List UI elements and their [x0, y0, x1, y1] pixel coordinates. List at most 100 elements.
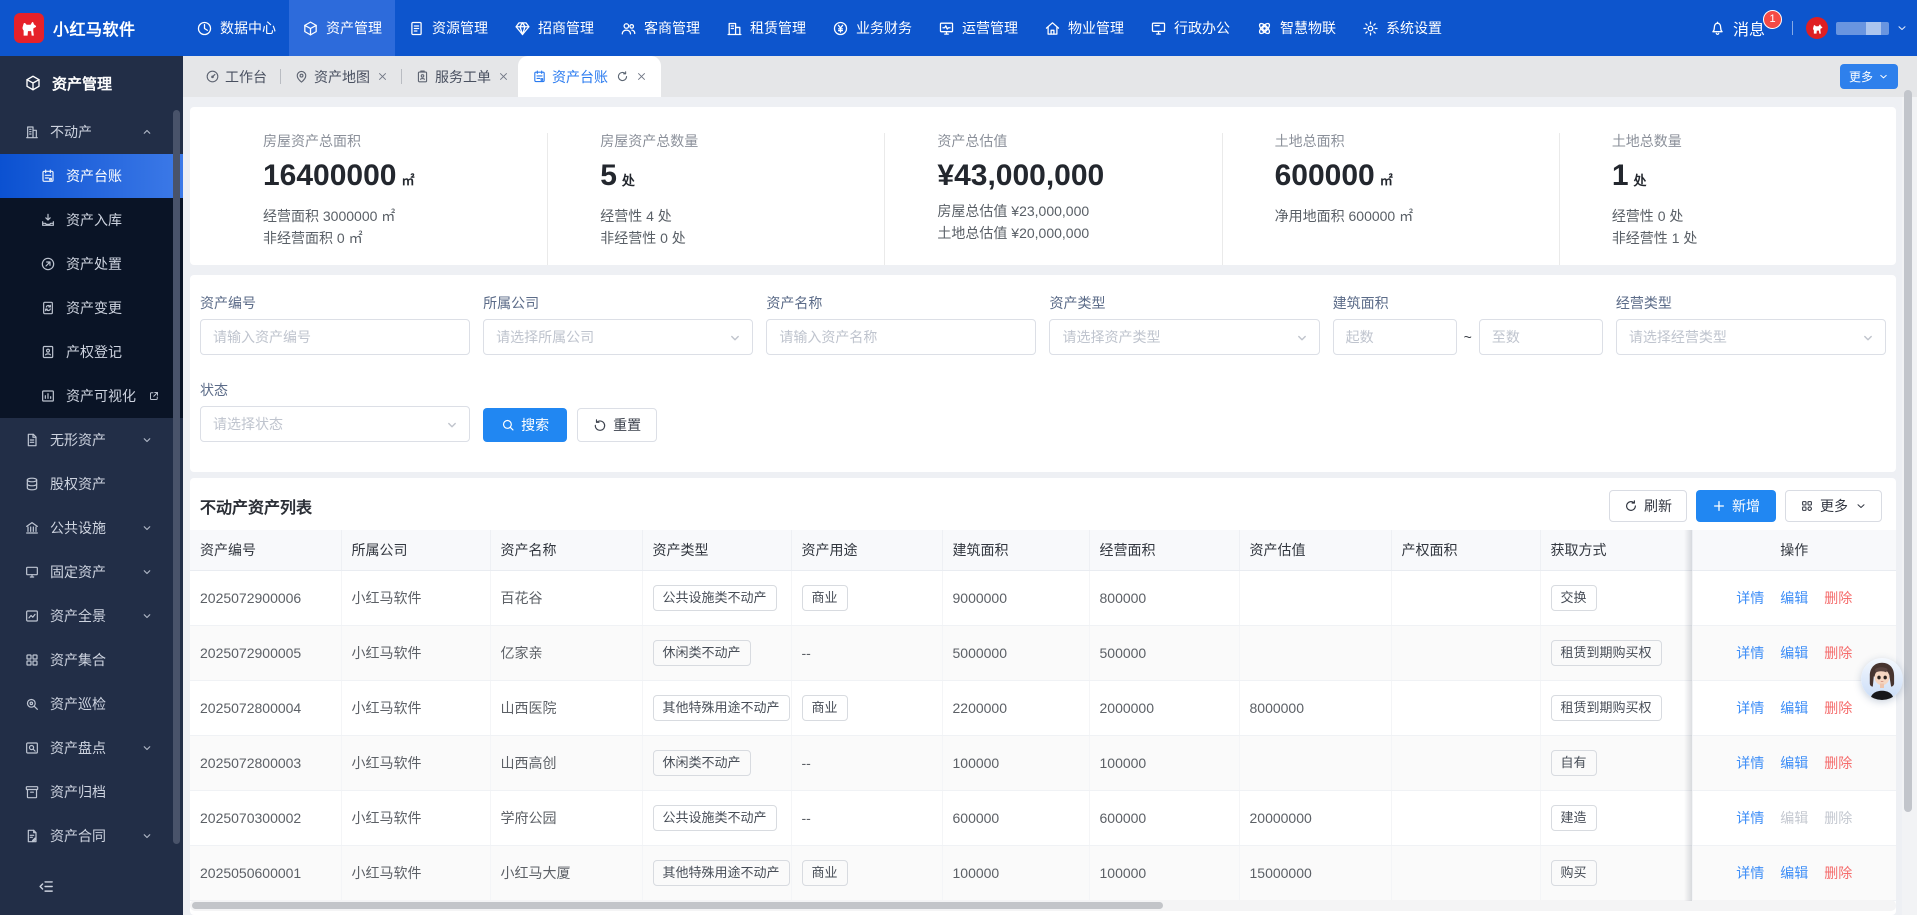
stat-label: 土地总数量 [1612, 133, 1896, 149]
stat-number: 600000 [1275, 159, 1375, 193]
sidebar-item-产权登记[interactable]: 产权登记 [0, 330, 183, 374]
stat-subline: 净用地面积 600000 ㎡ [1275, 205, 1559, 227]
nav-item-label: 租赁管理 [750, 18, 806, 38]
tab-资产地图[interactable]: 资产地图 [285, 56, 397, 97]
horizontal-scrollbar-thumb[interactable] [192, 902, 1163, 909]
nav-item-数据中心[interactable]: 数据中心 [183, 0, 289, 56]
messages-entry[interactable]: 消息 [1709, 16, 1765, 40]
nav-item-租赁管理[interactable]: 租赁管理 [713, 0, 819, 56]
tab-label: 资产台账 [552, 67, 608, 87]
nav-item-物业管理[interactable]: 物业管理 [1031, 0, 1137, 56]
input-资产名称[interactable]: 请输入资产名称 [766, 319, 1036, 355]
row-action-编辑[interactable]: 编辑 [1780, 700, 1808, 716]
row-action-删除[interactable]: 删除 [1824, 865, 1852, 881]
add-button[interactable]: 新增 [1696, 490, 1776, 522]
sidebar-item-资产巡检[interactable]: 资产巡检 [0, 682, 183, 726]
tab-服务工单[interactable]: 服务工单 [406, 56, 518, 97]
sidebar-item-公共设施[interactable]: 公共设施 [0, 506, 183, 550]
nav-item-招商管理[interactable]: 招商管理 [501, 0, 607, 56]
sidebar-item-固定资产[interactable]: 固定资产 [0, 550, 183, 594]
row-action-详情[interactable]: 详情 [1736, 645, 1764, 661]
row-action-详情[interactable]: 详情 [1736, 865, 1764, 881]
build-area-cell: 2200000 [942, 680, 1089, 735]
filter-card: 资产编号请输入资产编号所属公司请选择所属公司资产名称请输入资产名称资产类型请选择… [190, 275, 1896, 472]
sidebar-item-资产台账[interactable]: 资产台账 [0, 154, 183, 198]
tab-refresh-icon[interactable] [616, 70, 629, 83]
row-action-编辑[interactable]: 编辑 [1780, 865, 1808, 881]
sidebar-item-label: 不动产 [50, 122, 92, 142]
tab-close-icon[interactable] [377, 71, 388, 82]
sidebar-collapse-button[interactable] [0, 858, 170, 915]
sidebar-item-资产入库[interactable]: 资产入库 [0, 198, 183, 242]
sidebar-item-资产归档[interactable]: 资产归档 [0, 770, 183, 814]
sidebar-scrollbar-thumb[interactable] [173, 110, 180, 844]
tab-close-icon[interactable] [498, 71, 509, 82]
row-action-详情[interactable]: 详情 [1736, 700, 1764, 716]
refresh-button[interactable]: 刷新 [1609, 490, 1687, 522]
stat-number: 16400000 [263, 159, 396, 193]
nav-item-运营管理[interactable]: 运营管理 [925, 0, 1031, 56]
sidebar-item-资产可视化[interactable]: 资产可视化 [0, 374, 183, 418]
search-button[interactable]: 搜索 [483, 408, 567, 442]
sidebar-item-资产全景[interactable]: 资产全景 [0, 594, 183, 638]
navbar-right: 消息 1 [1709, 16, 1917, 40]
user-chevron-down-icon[interactable] [1896, 22, 1908, 34]
nav-item-客商管理[interactable]: 客商管理 [607, 0, 713, 56]
filter-field-所属公司: 所属公司请选择所属公司 [483, 293, 753, 355]
asset-code-cell: 2025072800004 [190, 680, 341, 735]
row-action-详情[interactable]: 详情 [1736, 590, 1764, 606]
row-action-编辑[interactable]: 编辑 [1780, 645, 1808, 661]
reset-button[interactable]: 重置 [577, 408, 657, 442]
row-action-编辑[interactable]: 编辑 [1780, 755, 1808, 771]
select-所属公司[interactable]: 请选择所属公司 [483, 319, 753, 355]
input-资产编号[interactable]: 请输入资产编号 [200, 319, 470, 355]
nav-item-行政办公[interactable]: 行政办公 [1137, 0, 1243, 56]
user-name-redacted[interactable] [1836, 22, 1889, 35]
table-more-button[interactable]: 更多 [1785, 490, 1882, 522]
stat-unit: ㎡ [1380, 164, 1393, 198]
tabbar-more-button[interactable]: 更多 [1840, 64, 1898, 89]
row-action-删除[interactable]: 删除 [1824, 700, 1852, 716]
sidebar-item-资产盘点[interactable]: 资产盘点 [0, 726, 183, 770]
tab-close-icon[interactable] [636, 71, 647, 82]
row-action-详情[interactable]: 详情 [1736, 755, 1764, 771]
row-action-详情[interactable]: 详情 [1736, 810, 1764, 826]
row-action-删除[interactable]: 删除 [1824, 645, 1852, 661]
nav-item-资源管理[interactable]: 资源管理 [395, 0, 501, 56]
asset-name-cell: 小红马大厦 [490, 845, 642, 900]
select-资产类型[interactable]: 请选择资产类型 [1049, 319, 1319, 355]
sidebar-item-资产处置[interactable]: 资产处置 [0, 242, 183, 286]
assistant-mascot-avatar[interactable] [1861, 658, 1903, 700]
sidebar-item-资产合同[interactable]: 资产合同 [0, 814, 183, 858]
range-from-input[interactable]: 起数 [1333, 319, 1457, 355]
table-row-2025072900005: 2025072900005小红马软件亿家亲休闲类不动产--50000005000… [190, 625, 1896, 680]
row-action-编辑[interactable]: 编辑 [1780, 590, 1808, 606]
sidebar-item-无形资产[interactable]: 无形资产 [0, 418, 183, 462]
user-avatar[interactable] [1806, 17, 1828, 39]
brand-logo-horse-icon[interactable] [14, 13, 44, 43]
ledger-icon [532, 69, 547, 84]
nav-item-业务财务[interactable]: 业务财务 [819, 0, 925, 56]
range-to-input[interactable]: 至数 [1479, 319, 1603, 355]
vertical-scrollbar-thumb[interactable] [1904, 90, 1912, 812]
tab-资产台账[interactable]: 资产台账 [518, 56, 661, 97]
tab-工作台[interactable]: 工作台 [196, 56, 276, 97]
select-状态[interactable]: 请选择状态 [200, 406, 470, 442]
sidebar-item-资产变更[interactable]: 资产变更 [0, 286, 183, 330]
nav-item-智慧物联[interactable]: 智慧物联 [1243, 0, 1349, 56]
column-header-操作: 操作 [1692, 530, 1896, 570]
chevron-down-icon [1878, 71, 1889, 82]
nav-item-系统设置[interactable]: 系统设置 [1349, 0, 1455, 56]
intangible-doc-icon [24, 432, 40, 448]
row-action-删除[interactable]: 删除 [1824, 755, 1852, 771]
add-button-label: 新增 [1732, 496, 1760, 516]
sidebar-item-股权资产[interactable]: 股权资产 [0, 462, 183, 506]
op-area-cell: 800000 [1089, 570, 1239, 625]
select-经营类型[interactable]: 请选择经营类型 [1616, 319, 1886, 355]
nav-item-资产管理[interactable]: 资产管理 [289, 0, 395, 56]
sidebar-item-不动产[interactable]: 不动产 [0, 110, 183, 154]
row-action-删除[interactable]: 删除 [1824, 590, 1852, 606]
sidebar-item-资产集合[interactable]: 资产集合 [0, 638, 183, 682]
horizontal-scrollbar [190, 900, 1896, 911]
sidebar-item-label: 固定资产 [50, 562, 106, 582]
